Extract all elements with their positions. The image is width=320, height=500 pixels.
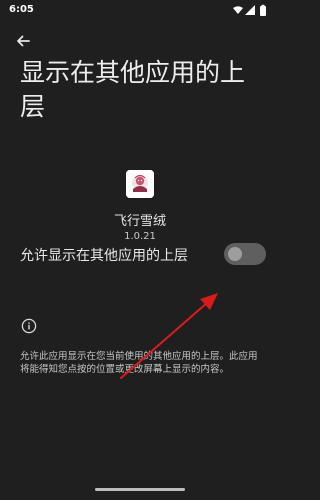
back-button[interactable] [12,30,34,52]
app-icon [126,170,154,198]
status-time: 6:05 [9,4,34,15]
status-icons [233,4,266,16]
permission-label: 允许显示在其他应用的上层 [20,248,188,264]
permission-description: 允许此应用显示在您当前使用的其他应用的上层。此应用将能得知您点按的位置或更改屏幕… [20,351,258,375]
permission-toggle[interactable] [224,243,266,265]
app-logo-icon [126,170,154,198]
toggle-knob [228,247,242,261]
status-bar: 6:05 [0,0,280,20]
overlay-permission-screen: 6:05 显示在其他应用的上层 飞行雪绒 1.0.21 允许显示在其他应用的上层… [0,0,280,500]
wifi-icon [233,6,243,14]
page-title: 显示在其他应用的上层 [20,58,246,121]
gesture-nav-handle[interactable] [95,488,185,491]
signal-icon [245,5,255,15]
battery-icon [260,4,266,16]
app-name: 飞行雪绒 [113,214,166,229]
arrow-left-icon [17,35,30,47]
info-icon [21,318,37,334]
